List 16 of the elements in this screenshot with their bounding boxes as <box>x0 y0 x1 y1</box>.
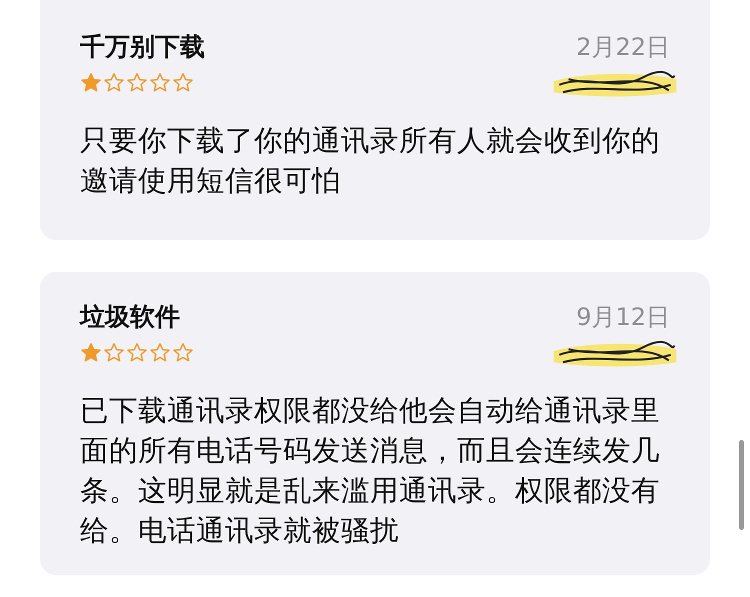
empty-star-icon <box>103 72 125 94</box>
review-text: 已下载通讯录权限都没给他会自动给通讯录里面的所有电话号码发送消息，而且会连续发几条。这明显就是乱来滥用通讯录。权限都没有给。电话通讯录就被骚扰 <box>80 393 661 549</box>
empty-star-icon <box>172 72 194 94</box>
filled-star-icon <box>80 342 102 364</box>
empty-star-icon <box>103 342 125 364</box>
empty-star-icon <box>126 342 148 364</box>
review-title: 千万别下载 <box>80 31 205 63</box>
review-text: 只要你下载了你的通讯录所有人就会收到你的邀请使用短信很可怕 <box>80 123 661 199</box>
empty-star-icon <box>126 72 148 94</box>
filled-star-icon <box>80 72 102 94</box>
review-date: 2月22日 <box>576 32 670 63</box>
empty-star-icon <box>149 342 171 364</box>
empty-star-icon <box>172 342 194 364</box>
review-date: 9月12日 <box>576 302 670 333</box>
empty-star-icon <box>149 72 171 94</box>
review-title: 垃圾软件 <box>80 301 180 333</box>
